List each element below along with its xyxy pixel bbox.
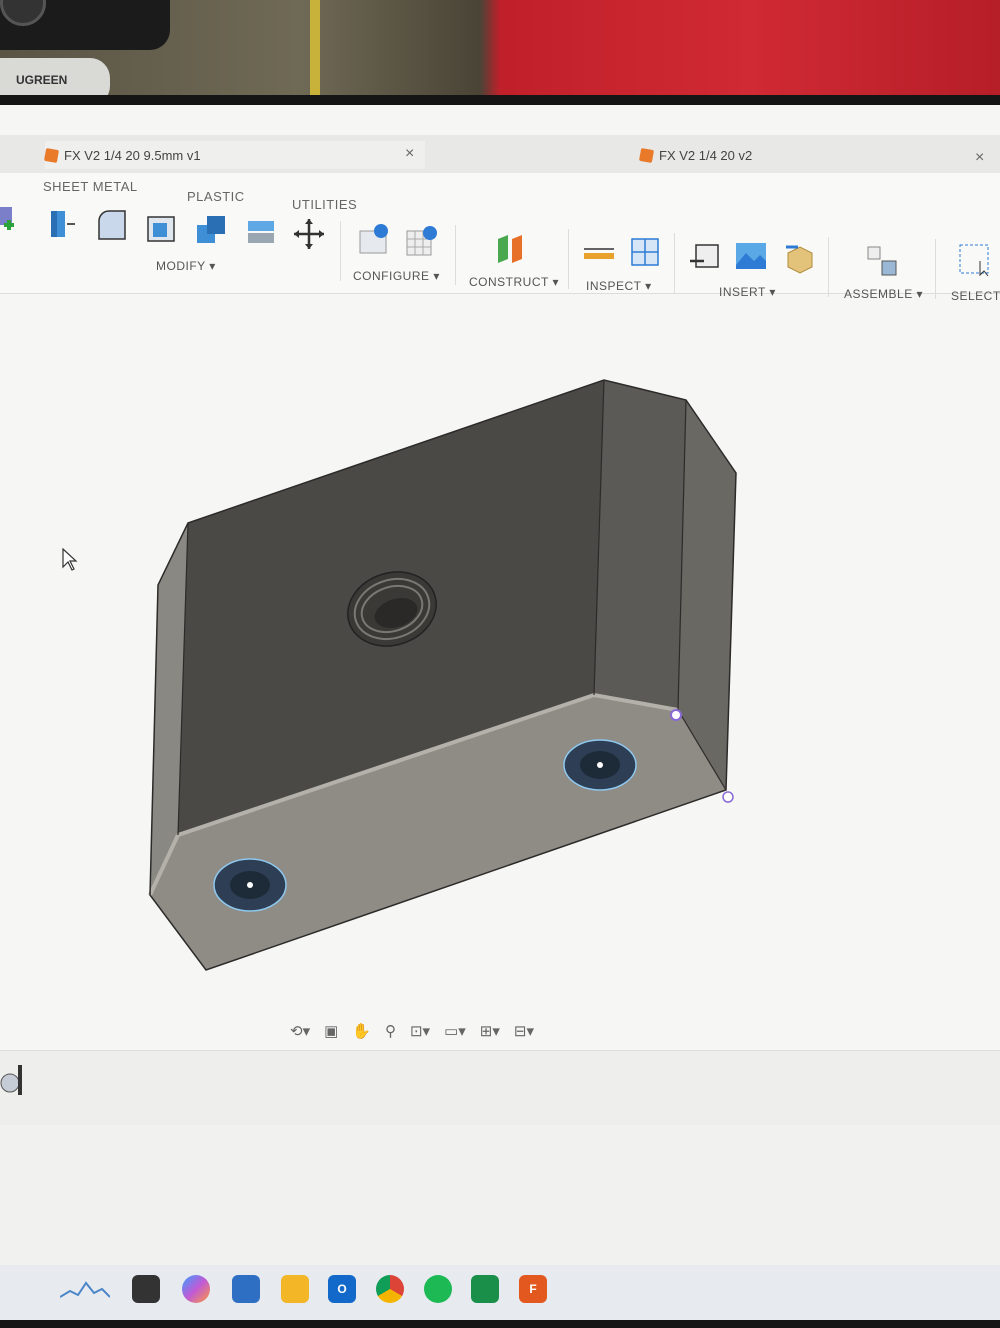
viewports-icon[interactable]: ⊟▾ <box>514 1022 534 1040</box>
chevron-down-icon: ▾ <box>645 279 652 293</box>
document-tab-2[interactable]: FX V2 1/4 20 v2 <box>638 141 753 169</box>
zoom-icon[interactable]: ⚲ <box>385 1022 396 1040</box>
look-at-icon[interactable]: ▣ <box>324 1022 338 1040</box>
background-post <box>310 0 320 110</box>
inspect-label: INSPECT <box>586 279 642 293</box>
chevron-down-icon: ▾ <box>552 275 559 289</box>
selected-vertex[interactable] <box>670 709 682 721</box>
document-tab-1-title: FX V2 1/4 20 9.5mm v1 <box>64 147 201 163</box>
store-icon[interactable] <box>232 1275 260 1303</box>
tab-utilities[interactable]: UTILITIES <box>292 197 357 212</box>
insert-derive-icon[interactable] <box>688 239 722 273</box>
move-icon[interactable] <box>292 217 326 251</box>
tab-plastic[interactable]: PLASTIC <box>187 189 245 204</box>
configure-table-icon[interactable] <box>357 223 391 257</box>
close-tab-1-icon[interactable]: × <box>405 145 414 163</box>
excel-icon[interactable] <box>471 1275 499 1303</box>
offset-face-icon[interactable] <box>245 215 279 249</box>
ribbon-divider <box>568 229 569 289</box>
construct-menu[interactable]: CONSTRUCT ▾ <box>469 275 559 289</box>
pan-icon[interactable]: ✋ <box>352 1022 371 1040</box>
chevron-down-icon: ▾ <box>209 259 216 273</box>
insert-mesh-icon[interactable] <box>782 241 816 275</box>
copilot-icon[interactable] <box>182 1275 210 1303</box>
press-pull-icon[interactable] <box>45 207 79 241</box>
section-analysis-icon[interactable] <box>628 235 662 269</box>
navigation-bar: ⟲▾ ▣ ✋ ⚲ ⊡▾ ▭▾ ⊞▾ ⊟▾ <box>290 1017 534 1045</box>
fit-icon[interactable]: ⊡▾ <box>410 1022 430 1040</box>
countersunk-hole-left[interactable] <box>213 858 287 912</box>
file-explorer-icon[interactable] <box>281 1275 309 1303</box>
ribbon-divider <box>828 237 829 297</box>
tab-sheet-metal[interactable]: SHEET METAL <box>43 179 138 194</box>
webcam-brand: UGREEN <box>16 73 68 87</box>
chrome-icon[interactable] <box>376 1275 404 1303</box>
insert-canvas-icon[interactable] <box>734 239 768 273</box>
fillet-icon[interactable] <box>95 209 129 243</box>
configure-menu[interactable]: CONFIGURE ▾ <box>353 269 440 283</box>
shell-icon[interactable] <box>145 211 179 245</box>
configure-rules-icon[interactable] <box>404 225 438 259</box>
inspect-menu[interactable]: INSPECT ▾ <box>586 279 652 293</box>
3d-viewport[interactable] <box>0 295 1000 1035</box>
fusion-icon[interactable]: F <box>519 1275 547 1303</box>
create-sketch-icon[interactable] <box>0 203 28 237</box>
chevron-down-icon: ▾ <box>433 269 440 283</box>
desktop-icon[interactable] <box>132 1275 160 1303</box>
configure-label: CONFIGURE <box>353 269 430 283</box>
document-tab-bar: FX V2 1/4 20 9.5mm v1 × FX V2 1/4 20 v2 … <box>0 135 1000 173</box>
design-cube-icon <box>638 147 655 163</box>
spotify-icon[interactable] <box>424 1275 452 1303</box>
ribbon-divider <box>674 233 675 293</box>
display-settings-icon[interactable]: ▭▾ <box>444 1022 466 1040</box>
construct-label: CONSTRUCT <box>469 275 549 289</box>
webcam-lens <box>0 0 46 26</box>
orbit-icon[interactable]: ⟲▾ <box>290 1022 310 1040</box>
taskbar: O F <box>0 1265 1000 1320</box>
part-inner-side-wall[interactable] <box>594 380 686 710</box>
lower-panel <box>0 1125 1000 1265</box>
document-tab-1[interactable]: FX V2 1/4 20 9.5mm v1 <box>43 141 425 169</box>
vertex-handle[interactable] <box>722 791 734 803</box>
modify-label: MODIFY <box>156 259 206 273</box>
close-tab-2-icon[interactable]: × <box>975 149 984 167</box>
combine-icon[interactable] <box>195 213 229 247</box>
mouse-cursor-icon <box>62 548 78 571</box>
offset-plane-icon[interactable] <box>494 231 528 265</box>
fusion-window: FX V2 1/4 20 9.5mm v1 × FX V2 1/4 20 v2 … <box>0 105 1000 1320</box>
widgets-icon[interactable] <box>60 1275 110 1303</box>
timeline-panel <box>0 1050 1000 1126</box>
ribbon-divider <box>340 221 341 281</box>
countersunk-hole-right[interactable] <box>563 739 637 791</box>
measure-icon[interactable] <box>582 235 616 269</box>
new-component-icon[interactable] <box>866 243 900 277</box>
ribbon-divider <box>935 239 936 299</box>
document-tab-2-title: FX V2 1/4 20 v2 <box>659 147 753 163</box>
ribbon-divider <box>455 225 456 285</box>
grid-settings-icon[interactable]: ⊞▾ <box>480 1022 500 1040</box>
timeline-marker-icon[interactable] <box>0 1063 30 1099</box>
modify-menu[interactable]: MODIFY ▾ <box>156 259 216 273</box>
outlook-icon[interactable]: O <box>328 1275 356 1303</box>
toolbar-ribbon: SHEET METAL PLASTIC UTILITIES MODIFY ▾ C… <box>0 173 1000 303</box>
design-cube-icon <box>43 147 60 163</box>
select-icon[interactable] <box>958 243 992 277</box>
webcam <box>0 0 170 50</box>
